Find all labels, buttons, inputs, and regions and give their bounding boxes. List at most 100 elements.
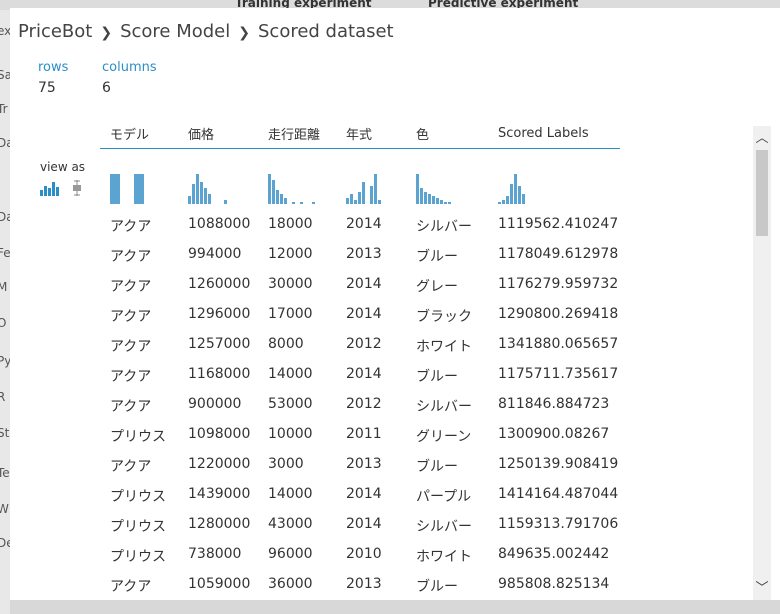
table-cell: 1119562.410247 [498,216,619,232]
table-cell: 1178049.612978 [498,246,619,262]
background-canvas-strip [10,600,780,614]
table-cell: シルバー [416,219,472,235]
table-cell: 1300900.08267 [498,426,610,442]
table-cell: シルバー [416,519,472,535]
table-cell: 1257000 [188,336,251,352]
table-cell: 1059000 [188,576,251,592]
table-cell: プリウス [110,549,166,565]
view-as-label: view as [40,160,86,174]
background-sidebar-item[interactable]: Da [0,136,10,150]
background-sidebar-item[interactable]: ex [0,24,10,38]
scrollbar-thumb[interactable] [756,150,768,236]
dataset-dialog: PriceBot ❯ Score Model ❯ Scored dataset rows… [10,8,780,600]
column-header[interactable]: 価格 [188,124,214,143]
histogram-bar [374,174,377,204]
background-sidebar: ex Sa Tr Da Da Fe M O Py R St Te W De [0,10,10,614]
column-histogram[interactable] [188,172,268,204]
breadcrumb-current: Scored dataset [258,21,394,42]
header-divider [100,148,620,149]
table-cell: ブルー [416,459,458,475]
background-sidebar-item[interactable]: Fe [0,246,10,260]
rows-label: rows [38,60,69,75]
column-header[interactable]: モデル [110,124,149,143]
table-cell: 2013 [346,246,382,262]
histogram-bar [506,196,509,204]
column-histogram[interactable] [346,172,426,204]
histogram-bar [502,200,505,204]
background-sidebar-item[interactable]: Te [0,466,10,480]
histogram-view-icon[interactable] [40,180,62,196]
table-cell: 985808.825134 [498,576,610,592]
column-histogram[interactable] [416,172,496,204]
table-cell: パープル [416,489,472,505]
histogram-bar [432,196,435,204]
background-sidebar-item[interactable]: Da [0,210,10,224]
histogram-bar [196,174,199,204]
histogram-bar [370,186,373,204]
histogram-bar [312,202,315,204]
table-cell: 1414164.487044 [498,486,619,502]
background-sidebar-item[interactable]: W [0,502,9,516]
histogram-bar [362,182,365,204]
table-cell: 2012 [346,396,382,412]
boxplot-view-icon[interactable] [71,180,83,196]
column-header[interactable]: 色 [416,124,429,143]
table-cell: 2014 [346,276,382,292]
background-sidebar-item[interactable]: Sa [0,68,10,82]
column-header[interactable]: 年式 [346,124,372,143]
histogram-bar [498,202,501,204]
histogram-bar [436,198,439,204]
vertical-scrollbar[interactable]: ︿ ﹀ [753,126,771,600]
histogram-bar [522,194,525,204]
background-sidebar-item[interactable]: R [0,390,5,404]
table-cell: アクア [110,579,152,595]
table-cell: 1296000 [188,306,251,322]
table-cell: 1341880.065657 [498,336,619,352]
table-cell: 2013 [346,456,382,472]
table-cell: 2014 [346,366,382,382]
table-cell: 1175711.735617 [498,366,619,382]
histogram-bar [224,200,227,204]
column-header[interactable]: 走行距離 [268,124,320,143]
breadcrumb: PriceBot ❯ Score Model ❯ Scored dataset [18,21,394,42]
scroll-up-chevron-icon[interactable]: ︿ [753,130,771,148]
column-histogram[interactable] [268,172,348,204]
table-cell: 1290800.269418 [498,306,619,322]
table-cell: グリーン [416,429,472,445]
background-sidebar-item[interactable]: St [0,426,9,440]
column-histogram[interactable] [110,172,190,204]
histogram-bar [208,194,211,204]
table-cell: 14000 [268,366,313,382]
histogram-bar [300,202,303,204]
table-cell: ホワイト [416,549,472,565]
table-cell: アクア [110,369,152,385]
table-cell: シルバー [416,399,472,415]
column-header[interactable]: Scored Labels [498,126,589,141]
histogram-bar [134,174,144,204]
histogram-bar [448,202,451,204]
histogram-bar [428,194,431,204]
breadcrumb-item[interactable]: PriceBot [18,21,92,42]
column-histogram[interactable] [498,172,578,204]
table-cell: 2010 [346,546,382,562]
columns-value: 6 [102,80,111,96]
histogram-bar [378,200,381,204]
breadcrumb-item[interactable]: Score Model [120,21,230,42]
background-sidebar-item[interactable]: O [0,316,6,330]
table-cell: 96000 [268,546,313,562]
table-cell: 1220000 [188,456,251,472]
histogram-bar [514,174,517,204]
histogram-bar [424,192,427,204]
background-sidebar-item[interactable]: De [0,536,10,550]
histogram-bar [518,186,521,204]
rows-value: 75 [38,80,56,96]
histogram-bar [272,180,275,204]
table-cell: 811846.884723 [498,396,610,412]
background-sidebar-item[interactable]: Py [0,354,10,368]
histogram-bar [346,198,349,204]
scroll-down-chevron-icon[interactable]: ﹀ [753,580,771,598]
background-sidebar-item[interactable]: Tr [0,102,8,116]
table-cell: 18000 [268,216,313,232]
histogram-bar [276,190,279,204]
background-sidebar-item[interactable]: M [0,280,7,294]
